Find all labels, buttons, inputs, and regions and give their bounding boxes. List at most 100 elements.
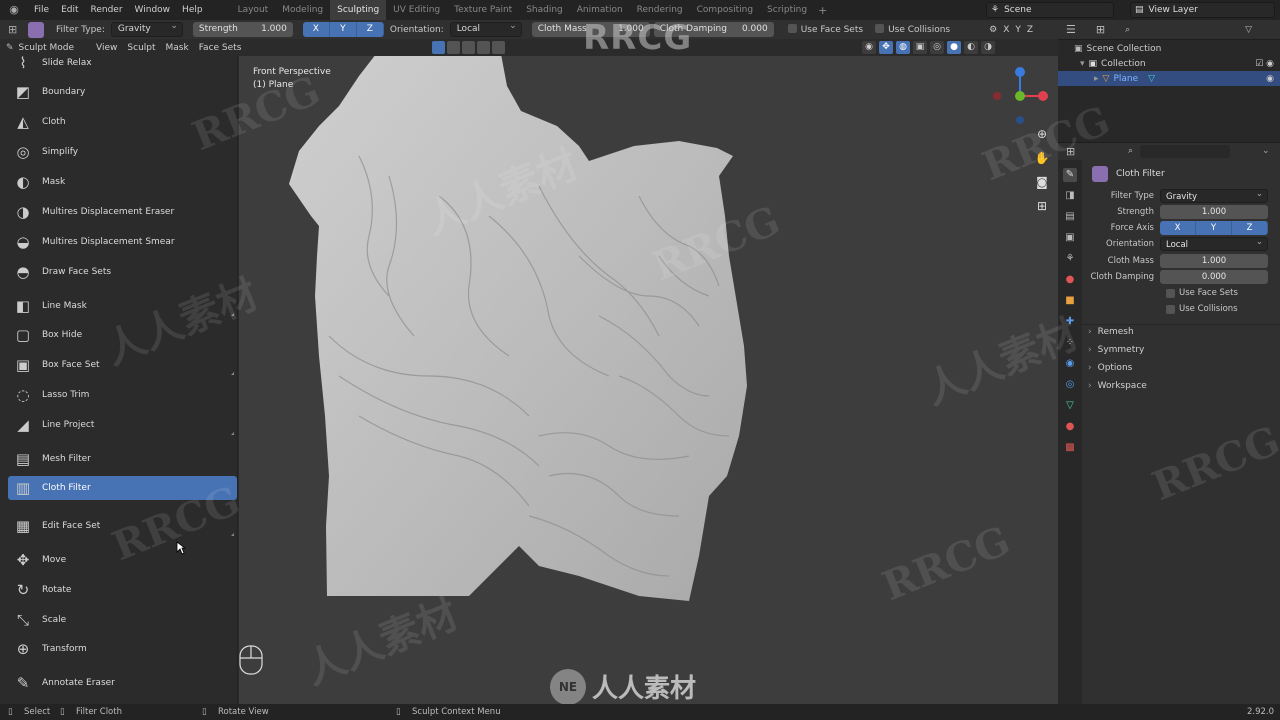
prop-cloth-damping-field[interactable]: 0.000	[1160, 269, 1268, 284]
tool-cloth[interactable]: ◭ Cloth	[8, 110, 237, 134]
pan-hand-icon[interactable]: ✋	[1034, 150, 1050, 166]
subpanel-symmetry[interactable]: Symmetry	[1088, 345, 1145, 355]
shading-rendered-icon[interactable]: ◑	[981, 41, 995, 54]
tool-tab-icon[interactable]: ✎	[1063, 168, 1077, 182]
view-layer-tab-icon[interactable]: ▣	[1063, 231, 1077, 245]
tool-annotate-eraser[interactable]: ✎ Annotate Eraser	[8, 671, 237, 695]
tool-box-hide[interactable]: ▢ Box Hide	[8, 323, 237, 347]
tool-mask[interactable]: ◐ Mask	[8, 170, 237, 194]
properties-search-icon[interactable]: ⌕	[1128, 146, 1133, 156]
xray-toggle-icon[interactable]: ▣	[913, 41, 927, 54]
editor-type-icon[interactable]: ⊞	[8, 23, 28, 36]
prop-use-collisions[interactable]: Use Collisions	[1166, 304, 1238, 314]
gizmo-y-axis-icon[interactable]	[1015, 91, 1025, 101]
prop-orientation-select[interactable]: Local	[1160, 235, 1268, 251]
perspective-toggle-icon[interactable]: ⊞	[1034, 198, 1050, 214]
render-tab-icon[interactable]: ◨	[1063, 189, 1077, 203]
outliner-search-icon[interactable]: ⌕	[1125, 25, 1130, 35]
tool-mesh-filter[interactable]: ▤ Mesh Filter	[8, 447, 237, 471]
tool-move[interactable]: ✥ Move	[8, 548, 237, 572]
tool-draw-face-sets[interactable]: ◓ Draw Face Sets	[8, 260, 237, 284]
shading-material-icon[interactable]: ◐	[964, 41, 978, 54]
symmetry-z-button[interactable]: Z	[1024, 25, 1036, 35]
navigation-gizmo[interactable]	[985, 62, 1055, 132]
use-face-sets-toggle[interactable]: Use Face Sets	[782, 24, 869, 35]
tool-simplify[interactable]: ◎ Simplify	[8, 140, 237, 164]
tool-slide-relax[interactable]: ⌇ Slide Relax	[8, 51, 237, 75]
tab-rendering[interactable]: Rendering	[630, 0, 690, 20]
prop-strength-field[interactable]: 1.000	[1160, 204, 1268, 219]
gizmo-x-axis-icon[interactable]	[1038, 91, 1048, 101]
modifier-tab-icon[interactable]: ✚	[1063, 315, 1077, 329]
visibility-icon[interactable]: ◉	[862, 41, 876, 54]
particles-tab-icon[interactable]: ⁘	[1063, 336, 1077, 350]
symmetry-y-button[interactable]: Y	[1012, 25, 1024, 35]
camera-icon[interactable]: ◙	[1034, 174, 1050, 190]
tool-box-face-set[interactable]: ▣ Box Face Set	[8, 353, 237, 377]
menu-help[interactable]: Help	[176, 5, 209, 15]
world-tab-icon[interactable]: ●	[1063, 273, 1077, 287]
select-mode-subtract-button[interactable]	[462, 41, 475, 54]
outliner-row-collection[interactable]: ▾ ▣ Collection ☑ ◉	[1058, 56, 1280, 71]
outliner-row-scene-collection[interactable]: ▣ Scene Collection	[1058, 41, 1280, 56]
object-tab-icon[interactable]: ■	[1063, 294, 1077, 308]
prop-use-face-sets[interactable]: Use Face Sets	[1166, 288, 1238, 298]
tab-shading[interactable]: Shading	[519, 0, 570, 20]
gizmo-neg-x-axis-icon[interactable]	[993, 92, 1001, 100]
prop-use-collisions-checkbox[interactable]	[1166, 304, 1175, 314]
display-mode-icon[interactable]: ⊞	[1096, 23, 1105, 36]
view-layer-selector[interactable]: ▤ View Layer	[1130, 2, 1275, 18]
tab-uv-editing[interactable]: UV Editing	[386, 0, 447, 20]
tool-line-mask[interactable]: ◧ Line Mask	[8, 294, 237, 318]
tool-group-arrow-icon[interactable]	[231, 533, 234, 536]
tool-rotate[interactable]: ↻ Rotate	[8, 578, 237, 602]
tab-animation[interactable]: Animation	[570, 0, 630, 20]
tool-group-arrow-icon[interactable]	[231, 313, 234, 316]
select-mode-intersect-button[interactable]	[492, 41, 505, 54]
use-collisions-toggle[interactable]: Use Collisions	[869, 24, 956, 35]
tool-multires-displacement-eraser[interactable]: ◑ Multires Displacement Eraser	[8, 200, 237, 224]
gizmo-z-axis-icon[interactable]	[1015, 67, 1025, 77]
select-mode-new-button[interactable]	[432, 41, 445, 54]
prop-axis-x-button[interactable]: X	[1160, 220, 1196, 235]
tab-modeling[interactable]: Modeling	[275, 0, 330, 20]
axis-z-button[interactable]: Z	[356, 22, 384, 37]
tool-group-arrow-icon[interactable]	[231, 372, 234, 375]
constraints-tab-icon[interactable]: ◎	[1063, 378, 1077, 392]
use-face-sets-checkbox[interactable]	[787, 24, 797, 33]
axis-y-button[interactable]: Y	[329, 22, 357, 37]
tool-edit-face-set[interactable]: ▦ Edit Face Set	[8, 514, 237, 538]
select-mode-invert-button[interactable]	[477, 41, 490, 54]
tab-texture-paint[interactable]: Texture Paint	[447, 0, 519, 20]
expand-arrow-icon[interactable]: ▸	[1094, 74, 1099, 84]
use-collisions-checkbox[interactable]	[875, 24, 885, 33]
tool-cloth-filter[interactable]: ▥ Cloth Filter	[8, 476, 237, 500]
tool-boundary[interactable]: ◩ Boundary	[8, 80, 237, 104]
gizmo-toggle-icon[interactable]: ✥	[879, 41, 893, 54]
prop-cloth-mass-field[interactable]: 1.000	[1160, 253, 1268, 268]
blender-logo-icon[interactable]: ◉	[6, 3, 22, 17]
tab-scripting[interactable]: Scripting	[760, 0, 814, 20]
texture-tab-icon[interactable]: ▩	[1063, 441, 1077, 455]
tool-transform[interactable]: ⊕ Transform	[8, 637, 237, 661]
symmetry-icon[interactable]: ⚙	[986, 25, 1000, 35]
3d-viewport[interactable]: Front Perspective (1) Plane ⊕ ✋ ◙ ⊞	[239, 56, 1058, 704]
output-tab-icon[interactable]: ▤	[1063, 210, 1077, 224]
tab-sculpting[interactable]: Sculpting	[330, 0, 387, 20]
subpanel-remesh[interactable]: Remesh	[1088, 327, 1134, 337]
scene-selector[interactable]: ⚘ Scene	[986, 2, 1114, 18]
shading-solid-icon[interactable]: ●	[947, 41, 961, 54]
collection-visibility-icons[interactable]: ☑ ◉	[1255, 59, 1274, 69]
properties-editor-icon[interactable]: ⊞	[1066, 145, 1075, 158]
prop-axis-y-button[interactable]: Y	[1196, 220, 1232, 235]
tool-scale[interactable]: ⤡ Scale	[8, 608, 237, 632]
menu-render[interactable]: Render	[85, 5, 129, 15]
axis-x-button[interactable]: X	[302, 22, 330, 37]
properties-search-field[interactable]	[1140, 145, 1230, 158]
outliner-row-plane[interactable]: ▸ ▽ Plane ▽ ◉	[1058, 71, 1280, 86]
tab-layout[interactable]: Layout	[231, 0, 276, 20]
select-mode-extend-button[interactable]	[447, 41, 460, 54]
expand-arrow-icon[interactable]: ▾	[1080, 59, 1085, 69]
scene-tab-icon[interactable]: ⚘	[1063, 252, 1077, 266]
subpanel-options[interactable]: Options	[1088, 363, 1133, 373]
